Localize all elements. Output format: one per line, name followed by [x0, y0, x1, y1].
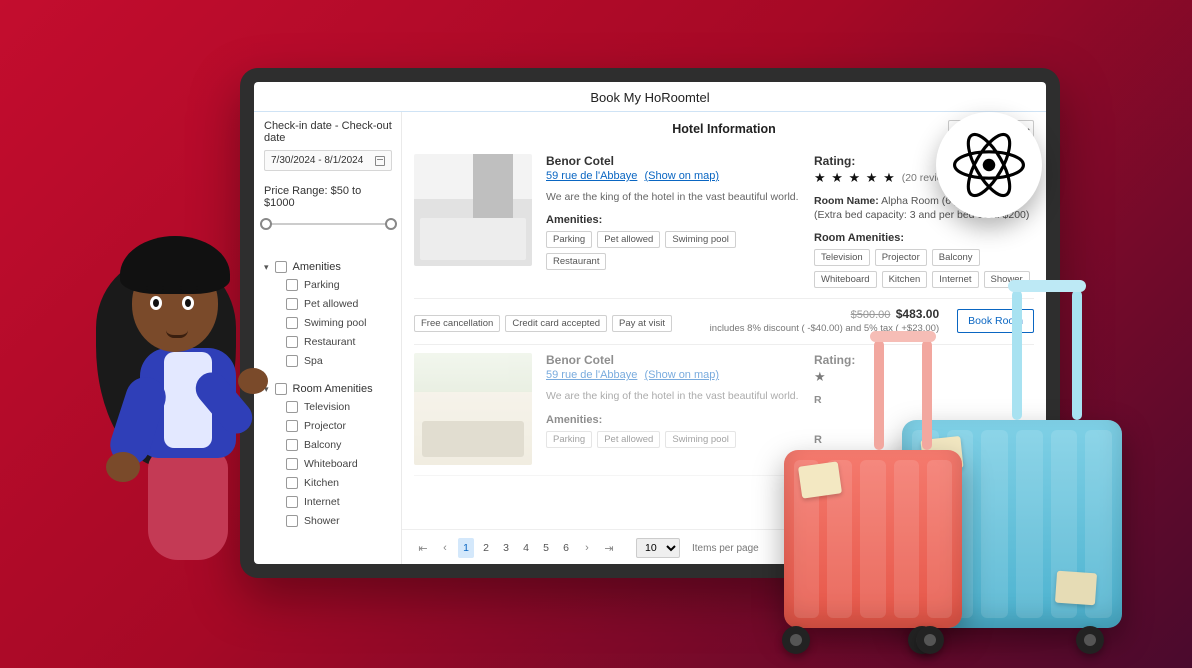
pager-prev-button[interactable]: ‹: [436, 538, 454, 558]
room-name-label: Room Name:: [814, 195, 879, 207]
date-range-input[interactable]: 7/30/2024 - 8/1/2024: [264, 150, 392, 171]
pager-page[interactable]: 6: [558, 538, 574, 558]
amenity-tag: Pet allowed: [597, 431, 660, 448]
hotel-thumbnail: [414, 154, 532, 266]
pager-page[interactable]: 4: [518, 538, 534, 558]
star-icon: ★ ★ ★ ★ ★: [814, 170, 896, 186]
amenity-tag: Parking: [546, 431, 592, 448]
room-amenity-tag: Internet: [932, 271, 978, 288]
react-logo-badge: [936, 112, 1042, 218]
hotel-thumbnail: [414, 353, 532, 465]
main-heading: Hotel Information: [672, 122, 775, 136]
filter-item[interactable]: Shower: [286, 515, 393, 527]
show-on-map-link[interactable]: (Show on map): [644, 170, 719, 182]
policy-tag: Pay at visit: [612, 315, 672, 332]
filter-item[interactable]: Whiteboard: [286, 458, 393, 470]
calendar-icon: [375, 156, 385, 166]
room-amenity-tag: Balcony: [932, 249, 980, 266]
room-amenity-tag: Television: [814, 249, 870, 266]
filter-group-toggle[interactable]: ▾ Amenities: [264, 261, 393, 273]
room-amenity-tag: Whiteboard: [814, 271, 877, 288]
filter-group-title: Room Amenities: [293, 383, 373, 395]
filter-item[interactable]: Parking: [286, 279, 393, 291]
filter-item[interactable]: Swiming pool: [286, 317, 393, 329]
pager-page[interactable]: 2: [478, 538, 494, 558]
room-amenity-tag: Kitchen: [882, 271, 928, 288]
amenities-label: Amenities:: [546, 214, 800, 226]
amenity-tag: Swiming pool: [665, 231, 736, 248]
react-icon: [953, 129, 1025, 201]
price-range-label: Price Range: $50 to $1000: [264, 185, 393, 209]
filter-item[interactable]: Restaurant: [286, 336, 393, 348]
pager-first-button[interactable]: ⇤: [414, 538, 432, 558]
filter-item[interactable]: Kitchen: [286, 477, 393, 489]
filter-item[interactable]: Balcony: [286, 439, 393, 451]
amenity-tag: Parking: [546, 231, 592, 248]
pager-page[interactable]: 3: [498, 538, 514, 558]
pager-last-button[interactable]: ⇥: [600, 538, 618, 558]
filter-item[interactable]: Projector: [286, 420, 393, 432]
hotel-name: Benor Cotel: [546, 154, 800, 168]
suitcases-illustration: [702, 328, 1122, 668]
policy-tag: Credit card accepted: [505, 315, 607, 332]
pager-page[interactable]: 5: [538, 538, 554, 558]
filter-item[interactable]: Spa: [286, 355, 393, 367]
hotel-address-link[interactable]: 59 rue de l'Abbaye: [546, 369, 637, 381]
filter-group-room-amenities: ▾ Room Amenities Television Projector Ba…: [264, 383, 393, 527]
filter-group-title: Amenities: [293, 261, 341, 273]
hotel-address-link[interactable]: 59 rue de l'Abbaye: [546, 170, 637, 182]
amenity-tag: Pet allowed: [597, 231, 660, 248]
filter-group-amenities: ▾ Amenities Parking Pet allowed Swiming …: [264, 261, 393, 367]
price-range-slider[interactable]: [264, 217, 393, 231]
filter-item[interactable]: Television: [286, 401, 393, 413]
page-size-select[interactable]: 10: [636, 538, 680, 558]
date-range-value: 7/30/2024 - 8/1/2024: [271, 155, 363, 166]
policy-tag: Free cancellation: [414, 315, 500, 332]
room-amenity-tag: Projector: [875, 249, 927, 266]
amenity-tag: Restaurant: [546, 253, 606, 270]
price-old: $500.00: [851, 309, 891, 321]
filter-group-toggle[interactable]: ▾ Room Amenities: [264, 383, 393, 395]
dates-label: Check-in date - Check-out date: [264, 120, 393, 144]
character-illustration: [88, 218, 278, 568]
app-title: Book My HoRoomtel: [254, 82, 1046, 111]
pager-next-button[interactable]: ›: [578, 538, 596, 558]
room-amenities-label: Room Amenities:: [814, 232, 1034, 244]
filter-item[interactable]: Internet: [286, 496, 393, 508]
pager-page[interactable]: 1: [458, 538, 474, 558]
price-new: $483.00: [896, 307, 939, 321]
hotel-description: We are the king of the hotel in the vast…: [546, 190, 800, 204]
filter-item[interactable]: Pet allowed: [286, 298, 393, 310]
